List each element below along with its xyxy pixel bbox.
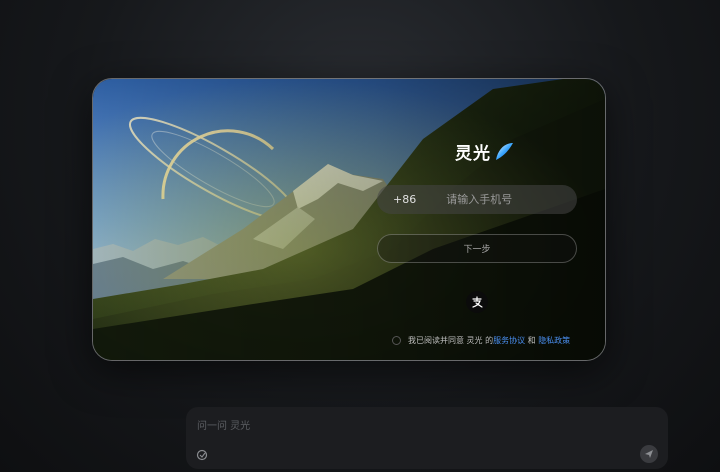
agreement-text: 我已阅读并同意 灵光 的: [408, 336, 494, 345]
next-button[interactable]: 下一步: [377, 234, 577, 263]
agreement-checkbox[interactable]: [392, 336, 401, 345]
phone-field[interactable]: +86: [377, 185, 594, 214]
login-panel: 灵光 +86 下一步: [93, 79, 605, 360]
agreement-row: 我已阅读并同意 灵光 的 服务协议 和 隐私政策: [392, 335, 570, 346]
phone-input[interactable]: [444, 192, 594, 207]
chat-input[interactable]: 问一问 灵光: [197, 417, 250, 432]
brand-mark-icon: [496, 142, 513, 160]
login-dialog: 灵光 +86 下一步: [92, 78, 606, 361]
agreement-conjunction: 和: [525, 336, 539, 345]
attach-icon[interactable]: [196, 449, 208, 461]
chat-input-box[interactable]: 问一问 灵光: [186, 407, 668, 469]
brand-logo: 灵光: [455, 139, 515, 164]
send-icon: [645, 450, 653, 458]
alipay-icon: [472, 296, 483, 308]
brand-name: 灵光: [455, 144, 491, 164]
country-code[interactable]: +86: [393, 193, 416, 206]
privacy-link[interactable]: 隐私政策: [538, 335, 570, 346]
terms-link[interactable]: 服务协议: [493, 335, 525, 346]
alipay-login-button[interactable]: [466, 291, 488, 313]
send-button[interactable]: [640, 445, 658, 463]
